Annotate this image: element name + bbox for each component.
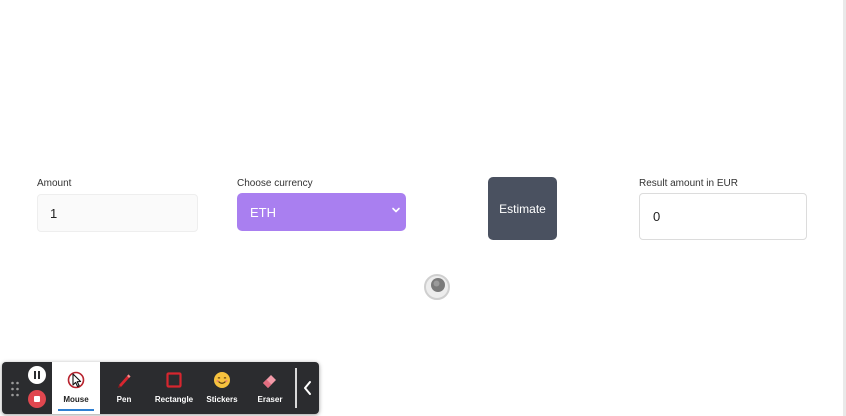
annotation-toolbar: Mouse Pen Rectangle Stickers Eraser — [2, 362, 319, 414]
page: Amount Choose currency ETH Estimate Resu… — [0, 0, 846, 416]
tool-rectangle[interactable]: Rectangle — [150, 362, 198, 414]
cursor-highlight-icon — [424, 274, 450, 300]
toolbar-divider — [295, 368, 297, 408]
result-amount-field[interactable] — [639, 193, 807, 240]
amount-input[interactable] — [37, 194, 198, 232]
drag-handle-icon[interactable] — [10, 381, 20, 397]
tool-pen[interactable]: Pen — [100, 362, 148, 414]
tool-stickers[interactable]: Stickers — [198, 362, 246, 414]
tool-label: Stickers — [206, 395, 238, 404]
tool-mouse[interactable]: Mouse — [52, 362, 100, 414]
tool-label: Mouse — [63, 395, 89, 404]
currency-label: Choose currency — [237, 178, 313, 189]
chevron-left-icon[interactable] — [300, 378, 316, 398]
smiley-sticker-icon — [212, 370, 232, 390]
currency-value: ETH — [250, 204, 276, 220]
tool-label: Pen — [116, 395, 132, 404]
currency-select[interactable]: ETH — [237, 193, 406, 231]
pen-icon — [114, 370, 134, 390]
stop-icon — [34, 396, 40, 402]
tool-eraser[interactable]: Eraser — [246, 362, 294, 414]
chevron-down-icon — [392, 207, 400, 213]
rectangle-icon — [164, 370, 184, 390]
amount-label: Amount — [37, 178, 72, 189]
pause-recording-button[interactable] — [28, 366, 46, 384]
mouse-pointer-icon — [66, 370, 86, 390]
result-label: Result amount in EUR — [639, 178, 738, 189]
estimate-button[interactable]: Estimate — [488, 177, 557, 240]
stop-recording-button[interactable] — [28, 390, 46, 408]
tool-label: Rectangle — [154, 395, 194, 404]
eraser-icon — [260, 370, 280, 390]
active-tool-indicator — [58, 409, 94, 411]
tool-label: Eraser — [257, 395, 283, 404]
